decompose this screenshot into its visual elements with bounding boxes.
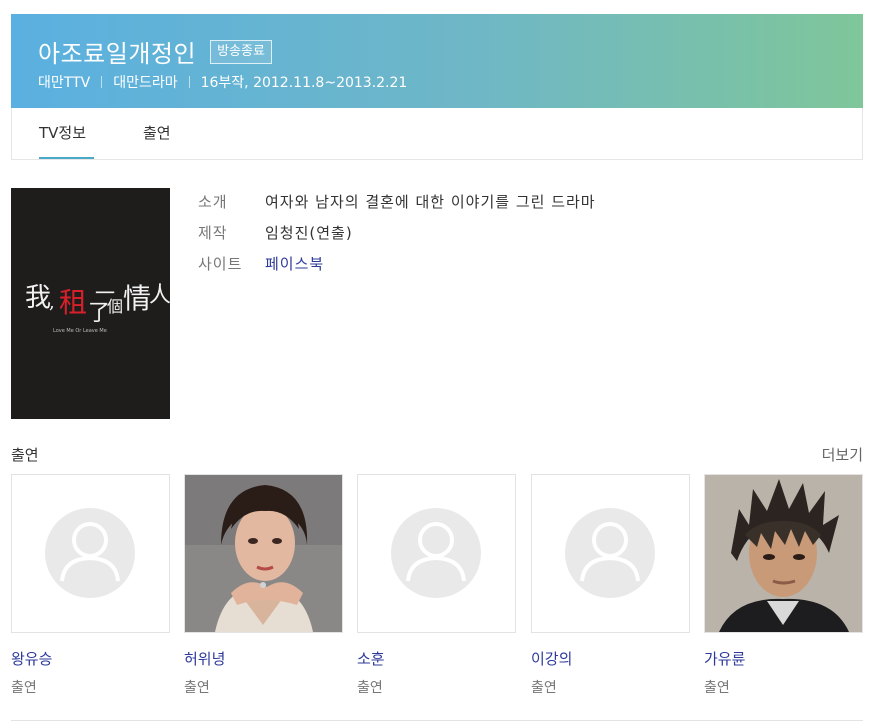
info-label: 사이트 — [198, 255, 243, 273]
info-value: 여자와 남자의 결혼에 대한 이야기를 그린 드라마 — [265, 193, 596, 211]
cast-photo[interactable] — [11, 474, 170, 633]
info-row-production: 제작 임청진(연출) — [198, 217, 596, 248]
poster-image[interactable]: 我 , 租 了 一 個 情 人 Love Me Or Leave Me — [11, 188, 170, 419]
tab-cast[interactable]: 출연 — [143, 108, 171, 159]
poster-logo-char-1: 我 — [25, 283, 51, 313]
cast-photo[interactable] — [357, 474, 516, 633]
cast-photo[interactable] — [184, 474, 343, 633]
cast-role: 출연 — [11, 680, 37, 696]
person-placeholder-icon — [391, 508, 481, 598]
poster-logo: 我 , 租 了 一 個 情 人 Love Me Or Leave Me — [25, 281, 170, 334]
genre-text: 대만드라마 — [113, 75, 178, 91]
cast-name[interactable]: 허위녕 — [184, 648, 343, 669]
info-value: 임청진(연출) — [265, 224, 353, 242]
cast-name[interactable]: 가유륜 — [704, 648, 863, 669]
info-label: 소개 — [198, 193, 228, 211]
info-label: 제작 — [198, 224, 228, 242]
poster-logo-char-3: 租 — [59, 286, 87, 319]
cast-role: 출연 — [704, 680, 730, 696]
info-list: 소개 여자와 남자의 결혼에 대한 이야기를 그린 드라마 제작 임청진(연출)… — [198, 186, 596, 279]
poster-logo-char-6: 個 — [107, 297, 123, 316]
tab-bar: TV정보 출연 — [11, 108, 863, 160]
cast-list: 왕유승 출연 허위녕 출연 소훈 출연 이강의 출연 가유륜 출연 — [11, 474, 863, 697]
program-header: 아조료일개정인 방송종료 대만TTV 대만드라마 16부작, 2012.11.8… — [11, 14, 863, 108]
poster-logo-char-8: 人 — [149, 283, 170, 308]
cast-header: 출연 더보기 — [11, 444, 863, 464]
status-badge: 방송종료 — [210, 39, 272, 64]
site-link[interactable]: 페이스북 — [265, 253, 324, 274]
poster-subtitle: Love Me Or Leave Me — [53, 328, 107, 334]
cast-name[interactable]: 소훈 — [357, 648, 516, 669]
actor-portrait — [705, 475, 862, 632]
cast-photo[interactable] — [531, 474, 690, 633]
cast-photo[interactable] — [704, 474, 863, 633]
cast-role: 출연 — [184, 680, 210, 696]
info-row-site: 사이트 페이스북 — [198, 248, 596, 279]
cast-item[interactable]: 소훈 출연 — [357, 474, 516, 697]
person-placeholder-icon — [565, 508, 655, 598]
tab-tv-info[interactable]: TV정보 — [39, 108, 94, 159]
cast-item[interactable]: 이강의 출연 — [531, 474, 690, 697]
poster-logo-char-2: , — [49, 292, 55, 313]
bottom-divider — [11, 720, 863, 721]
cast-item[interactable]: 가유륜 출연 — [704, 474, 863, 697]
more-link[interactable]: 더보기 — [822, 444, 863, 465]
program-meta: 대만TTV 대만드라마 16부작, 2012.11.8~2013.2.21 — [38, 72, 407, 92]
info-row-intro: 소개 여자와 남자의 결혼에 대한 이야기를 그린 드라마 — [198, 186, 596, 217]
cast-section-title: 출연 — [11, 446, 39, 464]
title-row: 아조료일개정인 방송종료 — [38, 34, 272, 69]
cast-name[interactable]: 왕유승 — [11, 648, 170, 669]
cast-item[interactable]: 허위녕 출연 — [184, 474, 343, 697]
meta-divider — [188, 76, 190, 88]
cast-item[interactable]: 왕유승 출연 — [11, 474, 170, 697]
cast-name[interactable]: 이강의 — [531, 648, 690, 669]
cast-role: 출연 — [531, 680, 557, 696]
person-placeholder-icon — [45, 508, 135, 598]
program-title: 아조료일개정인 — [38, 40, 197, 68]
actress-portrait — [185, 475, 342, 632]
episodes-text: 16부작, 2012.11.8~2013.2.21 — [200, 75, 408, 91]
channel-text: 대만TTV — [38, 75, 91, 91]
meta-divider — [101, 76, 103, 88]
poster-logo-char-7: 情 — [123, 282, 151, 315]
cast-role: 출연 — [357, 680, 383, 696]
